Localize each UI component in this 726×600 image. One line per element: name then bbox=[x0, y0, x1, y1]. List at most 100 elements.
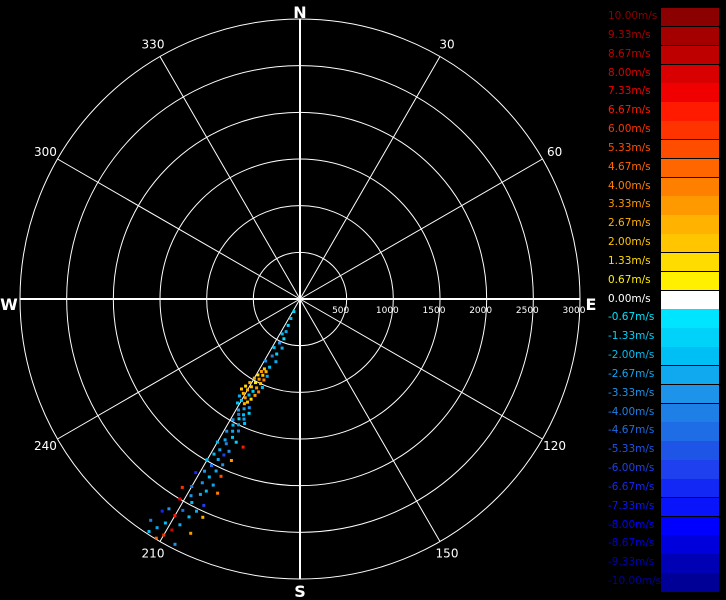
velocity-point bbox=[173, 514, 177, 518]
range-label: 2000 bbox=[469, 306, 492, 316]
velocity-point bbox=[274, 360, 278, 364]
legend-swatch bbox=[661, 102, 719, 121]
velocity-point bbox=[268, 365, 272, 369]
legend-label: 8.00m/s bbox=[608, 66, 651, 79]
legend-label: -8.00m/s bbox=[608, 518, 655, 531]
velocity-point bbox=[248, 381, 252, 385]
velocity-point bbox=[202, 503, 206, 507]
velocity-point bbox=[218, 448, 222, 452]
velocity-point bbox=[194, 471, 198, 475]
legend-label: 3.33m/s bbox=[608, 198, 651, 211]
legend-label: -2.67m/s bbox=[608, 367, 655, 380]
legend-entry: 1.33m/s bbox=[606, 252, 720, 272]
velocity-point bbox=[162, 533, 166, 537]
legend-entry: -10.00m/s bbox=[606, 573, 720, 592]
velocity-point bbox=[289, 317, 293, 320]
legend-label: -3.33m/s bbox=[608, 386, 655, 399]
legend-swatch bbox=[661, 8, 719, 27]
velocity-point bbox=[257, 377, 261, 381]
velocity-point bbox=[224, 442, 228, 446]
velocity-point bbox=[187, 515, 191, 519]
legend-label: 0.00m/s bbox=[608, 292, 651, 305]
legend-swatch bbox=[661, 45, 719, 65]
velocity-point bbox=[216, 458, 220, 461]
velocity-point bbox=[215, 440, 219, 444]
legend-entry: 0.67m/s bbox=[606, 271, 720, 291]
legend-entry: 6.67m/s bbox=[606, 102, 720, 121]
angle-label: 240 bbox=[34, 439, 57, 453]
velocity-point bbox=[243, 396, 247, 400]
velocity-point bbox=[200, 481, 204, 485]
range-label: 1500 bbox=[423, 306, 446, 316]
velocity-point bbox=[181, 508, 185, 512]
velocity-point bbox=[275, 352, 279, 356]
legend-entry: -8.67m/s bbox=[606, 535, 720, 554]
velocity-point bbox=[244, 384, 248, 388]
velocity-point bbox=[210, 464, 213, 467]
legend-entry: -9.33m/s bbox=[606, 554, 720, 573]
velocity-point bbox=[212, 452, 216, 456]
velocity-point bbox=[262, 378, 266, 382]
velocity-point bbox=[278, 341, 281, 345]
legend-entry: 10.00m/s bbox=[606, 8, 720, 27]
legend-label: -5.33m/s bbox=[608, 443, 655, 456]
velocity-point bbox=[282, 337, 286, 341]
velocity-point bbox=[272, 346, 276, 350]
legend-entry: 2.00m/s bbox=[606, 234, 720, 253]
velocity-point bbox=[189, 494, 193, 498]
velocity-point bbox=[237, 423, 241, 427]
azimuth-spoke bbox=[299, 298, 441, 542]
legend-label: -10.00m/s bbox=[608, 575, 662, 588]
velocity-point bbox=[242, 413, 245, 417]
velocity-point bbox=[247, 411, 251, 415]
velocity-point bbox=[231, 423, 235, 427]
range-label: 2500 bbox=[516, 306, 539, 316]
velocity-point bbox=[249, 397, 253, 401]
velocity-point bbox=[264, 370, 268, 374]
velocity-point bbox=[180, 485, 184, 489]
legend-entry: -3.33m/s bbox=[606, 384, 720, 404]
velocity-point bbox=[167, 507, 171, 511]
velocity-point bbox=[249, 385, 253, 389]
legend-entry: -2.00m/s bbox=[606, 347, 720, 366]
legend-entry: -5.33m/s bbox=[606, 441, 720, 460]
legend-label: -6.00m/s bbox=[608, 462, 655, 475]
velocity-point bbox=[237, 417, 241, 421]
velocity-point bbox=[149, 518, 153, 522]
legend-entry: -2.67m/s bbox=[606, 365, 720, 385]
legend-entry: 6.00m/s bbox=[606, 121, 720, 140]
velocity-point bbox=[259, 382, 263, 386]
velocity-point bbox=[241, 391, 245, 395]
velocity-point bbox=[229, 459, 233, 462]
legend-entry: 9.33m/s bbox=[606, 26, 720, 46]
legend-swatch bbox=[661, 516, 719, 536]
legend-label: -2.00m/s bbox=[608, 349, 655, 362]
legend-swatch bbox=[661, 177, 719, 196]
velocity-point bbox=[189, 531, 193, 535]
legend-swatch bbox=[661, 441, 719, 460]
legend-swatch bbox=[661, 554, 719, 573]
legend-swatch bbox=[661, 535, 719, 554]
velocity-point bbox=[173, 542, 177, 546]
legend-entry: -6.67m/s bbox=[606, 478, 720, 498]
legend-entry: 3.33m/s bbox=[606, 196, 720, 215]
legend-entry: -6.00m/s bbox=[606, 460, 720, 479]
legend-swatch bbox=[661, 196, 719, 215]
velocity-point bbox=[262, 367, 266, 371]
velocity-point bbox=[240, 387, 243, 391]
legend-label: 0.67m/s bbox=[608, 273, 651, 286]
angle-label: 150 bbox=[436, 547, 459, 561]
velocity-point bbox=[201, 515, 205, 519]
velocity-point bbox=[246, 388, 249, 392]
velocity-point bbox=[236, 401, 239, 405]
compass-north: N bbox=[293, 3, 306, 22]
velocity-point bbox=[198, 492, 202, 496]
legend-swatch bbox=[661, 64, 719, 83]
compass-west: W bbox=[0, 295, 18, 314]
compass-south: S bbox=[294, 582, 306, 600]
legend-entry: 5.33m/s bbox=[606, 139, 720, 159]
legend-label: -1.33m/s bbox=[608, 330, 655, 343]
velocity-point bbox=[237, 429, 240, 433]
legend-entry: 8.67m/s bbox=[606, 45, 720, 65]
velocity-point bbox=[286, 323, 290, 327]
